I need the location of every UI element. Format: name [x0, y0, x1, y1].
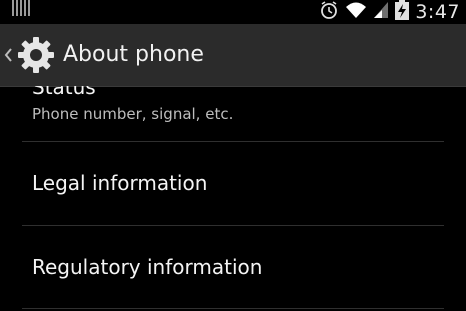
item-title: Regulatory information — [32, 255, 263, 279]
status-bar: 3:47 — [0, 0, 466, 24]
item-summary: Phone number, signal, etc. — [32, 105, 234, 123]
up-button[interactable] — [0, 24, 62, 86]
status-icons: 3:47 — [319, 0, 460, 24]
item-title: Legal information — [32, 171, 208, 195]
divider — [22, 308, 444, 309]
notification-icon — [12, 0, 30, 16]
battery-charging-icon — [395, 0, 410, 24]
chevron-left-icon — [4, 48, 12, 65]
list-item-status[interactable]: Status Phone number, signal, etc. — [0, 86, 466, 142]
action-bar: About phone — [0, 24, 466, 86]
list-item-legal-information[interactable]: Legal information — [0, 142, 466, 225]
page-title: About phone — [63, 42, 204, 67]
wifi-icon — [345, 1, 367, 23]
item-title: Status — [32, 86, 96, 99]
list-item-regulatory-information[interactable]: Regulatory information — [0, 226, 466, 311]
alarm-icon — [319, 0, 339, 24]
gear-icon — [16, 35, 56, 75]
signal-icon — [373, 1, 389, 23]
settings-list: Status Phone number, signal, etc. Legal … — [0, 86, 466, 311]
status-time: 3:47 — [415, 1, 460, 23]
